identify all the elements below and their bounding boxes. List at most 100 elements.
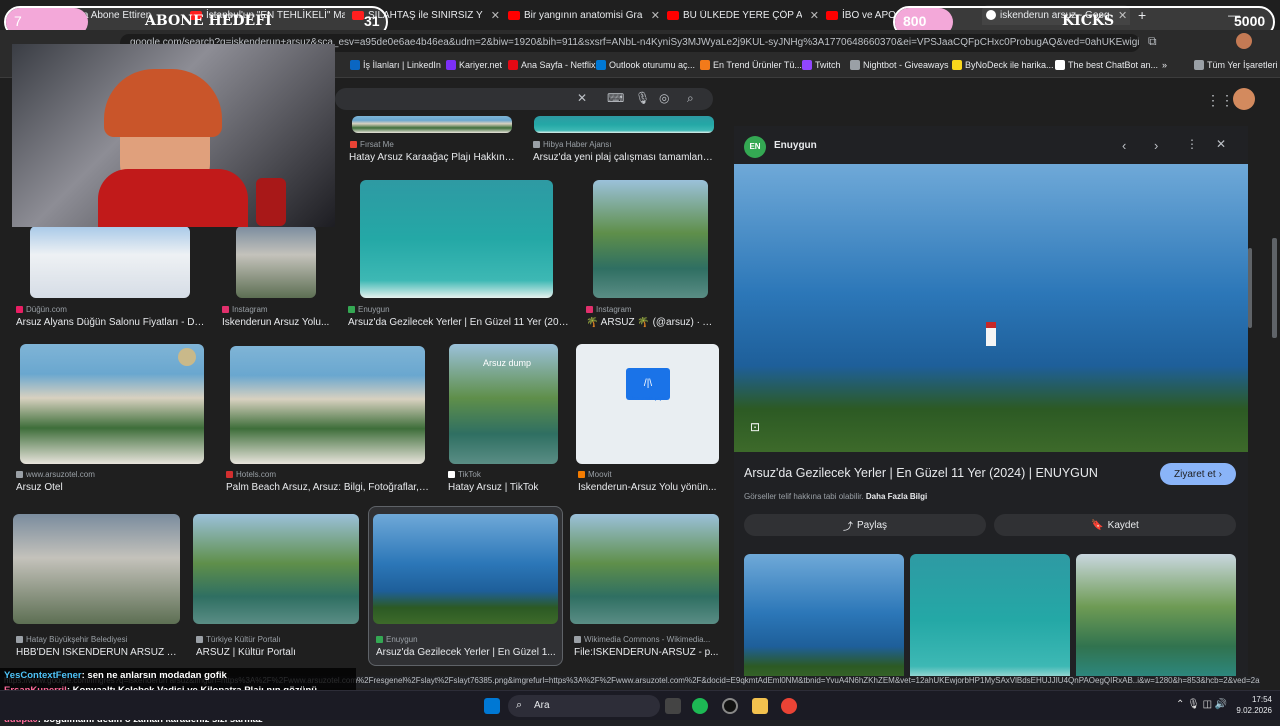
visit-button[interactable]: Ziyaret et ›: [1160, 463, 1236, 485]
kariyer-icon: [446, 60, 456, 70]
tab-label: Bir yangının anatomisi Grand F: [524, 9, 643, 21]
bookmark-twitch[interactable]: Twitch: [802, 60, 841, 70]
related-image-1[interactable]: [744, 554, 904, 686]
bookmark-linkedin[interactable]: İş İlanları | LinkedIn: [350, 60, 441, 70]
result-thumb-10[interactable]: [13, 514, 180, 624]
taskbar-search[interactable]: ⌕ Ara: [508, 695, 660, 717]
more-options-icon[interactable]: ⋮: [1186, 137, 1198, 151]
bookmark-chatbot[interactable]: The best ChatBot an...: [1055, 60, 1158, 70]
result-source-8: TikTok: [448, 470, 481, 479]
search-box[interactable]: ✕ ⌨ 🎙 ◎ ⌕: [335, 88, 713, 110]
search-icon[interactable]: ⌕: [687, 91, 694, 106]
result-thumb-1[interactable]: [534, 116, 714, 133]
obs-icon[interactable]: [722, 698, 738, 714]
tray-icons[interactable]: ⌃ 🎙 ◫ 🔊: [1176, 699, 1227, 710]
microphone-icon[interactable]: 🎙: [635, 91, 650, 105]
result-thumb-11[interactable]: [193, 514, 359, 624]
result-source-10: Hatay Büyükşehir Belediyesi: [16, 635, 127, 644]
result-thumb-6[interactable]: [20, 344, 204, 464]
bookmark-netflix[interactable]: Ana Sayfa - Netflix: [508, 60, 596, 70]
goal-title: ABONE HEDEFİ: [145, 13, 272, 29]
previous-icon[interactable]: ‹: [1122, 138, 1126, 153]
bookmark-bynodeck[interactable]: ByNoDeck ile harika...: [952, 60, 1054, 70]
result-title-0[interactable]: Hatay Arsuz Karaağaç Plajı Hakkında...: [349, 152, 517, 163]
result-title-13[interactable]: File:İSKENDERUN-ARSUZ - p...: [574, 647, 720, 658]
panel-scrollbar[interactable]: [1248, 248, 1252, 328]
streamer-hair: [104, 69, 222, 137]
tab-6[interactable]: İBO ve APO | Bir: [826, 5, 896, 25]
panel-site-name[interactable]: Enuygun: [774, 140, 817, 151]
result-thumb-4[interactable]: [360, 180, 553, 298]
result-title-5[interactable]: 🌴 ARSUZ 🌴 (@arsuz) · A...: [586, 317, 716, 328]
account-avatar[interactable]: [1233, 88, 1255, 110]
result-title-10[interactable]: HBB'DEN İSKENDERUN ARSUZ Y...: [16, 647, 180, 658]
bookmark-trendyol[interactable]: En Trend Ürünler Tü...: [700, 60, 802, 70]
result-title-1[interactable]: Arsuz'da yeni plaj çalışması tamamlandı.…: [533, 152, 717, 163]
more-info-link[interactable]: Daha Fazla Bilgi: [866, 492, 927, 501]
task-view-icon[interactable]: [665, 698, 681, 714]
chevron-right-icon: ›: [1218, 468, 1223, 480]
preview-image[interactable]: ⊡: [734, 164, 1248, 452]
result-title-4[interactable]: Arsuz'da Gezilecek Yerler | En Güzel 11 …: [348, 317, 570, 328]
webcam-overlay: [12, 44, 335, 227]
panel-title[interactable]: Arsuz'da Gezilecek Yerler | En Güzel 11 …: [744, 466, 1098, 480]
lighthouse-shape: [986, 328, 996, 346]
result-title-9[interactable]: İskenderun-Arsuz Yolu yönün...: [578, 482, 718, 493]
logo-badge: [178, 348, 196, 366]
result-thumb-0[interactable]: [352, 116, 512, 133]
all-bookmarks-folder[interactable]: Tüm Yer İşaretleri: [1194, 60, 1278, 70]
result-title-6[interactable]: Arsuz Otel: [16, 482, 206, 493]
result-source-1: Hibya Haber Ajansı: [533, 140, 611, 149]
result-thumb-8[interactable]: Arsuz dump: [449, 344, 558, 464]
image-preview-panel: EN Enuygun ‹ › ⋮ ✕ ⊡ Arsuz'da Gezilecek …: [734, 126, 1248, 686]
instagram-icon: [222, 306, 229, 313]
file-explorer-icon[interactable]: [752, 698, 768, 714]
tab-5[interactable]: BU ÜLKEDE YERE ÇÖP ATMANIN ✕: [667, 5, 819, 25]
profile-avatar[interactable]: [1236, 33, 1252, 49]
close-panel-icon[interactable]: ✕: [1216, 137, 1226, 151]
related-image-3[interactable]: [1076, 554, 1236, 686]
clock[interactable]: 17:54 9.02.2026: [1230, 694, 1272, 716]
next-icon[interactable]: ›: [1154, 138, 1158, 153]
tab-label: İBO ve APO | Bir: [842, 9, 896, 21]
share-button[interactable]: ⤴ Paylaş: [744, 514, 986, 536]
result-thumb-5[interactable]: [593, 180, 708, 298]
result-source-11: Türkiye Kültür Portalı: [196, 635, 281, 644]
extensions-icon[interactable]: ⧉: [1148, 34, 1157, 49]
result-source-13: Wikimedia Commons - Wikimedia...: [574, 635, 710, 644]
save-button[interactable]: 🔖 Kaydet: [994, 514, 1236, 536]
result-title-3[interactable]: İskenderun Arsuz Yolu...: [222, 317, 332, 328]
result-thumb-13[interactable]: [570, 514, 719, 624]
keyboard-icon[interactable]: ⌨: [607, 91, 624, 105]
close-icon[interactable]: ✕: [810, 9, 819, 22]
spotify-icon[interactable]: [692, 698, 708, 714]
result-title-7[interactable]: Palm Beach Arsuz, Arsuz: Bilgi, Fotoğraf…: [226, 482, 430, 493]
tab-4[interactable]: Bir yangının anatomisi Grand F ✕: [508, 5, 660, 25]
result-source-12: Enuygun: [376, 635, 418, 644]
clear-icon[interactable]: ✕: [577, 91, 587, 105]
result-title-8[interactable]: Hatay Arsuz | TikTok: [448, 482, 563, 493]
more-bookmarks-button[interactable]: »: [1162, 60, 1167, 70]
camera-search-icon[interactable]: ◎: [659, 91, 669, 105]
result-thumb-9[interactable]: /|\ Ben orada şöyle: [576, 344, 719, 464]
close-icon[interactable]: ✕: [491, 9, 500, 22]
result-title-2[interactable]: Arsuz Alyans Düğün Salonu Fiyatları - Dü…: [16, 317, 206, 328]
windows-start-icon[interactable]: [484, 698, 500, 714]
apps-grid-icon[interactable]: ⋮⋮: [1206, 92, 1234, 109]
result-title-12[interactable]: Arsuz'da Gezilecek Yerler | En Güzel 1..…: [376, 647, 556, 658]
chrome-icon[interactable]: [781, 698, 797, 714]
result-thumb-7[interactable]: [230, 346, 425, 464]
result-thumb-3[interactable]: ▶: [236, 226, 316, 298]
bookmark-nightbot[interactable]: Nightbot - Giveaways: [850, 60, 949, 70]
result-thumb-12[interactable]: [373, 514, 558, 624]
lens-icon[interactable]: ⊡: [750, 420, 760, 434]
result-source-3: Instagram: [222, 305, 268, 314]
goal-target: 31: [364, 13, 380, 29]
close-icon[interactable]: ✕: [651, 9, 660, 22]
bookmark-outlook[interactable]: Outlook oturumu aç...: [596, 60, 695, 70]
result-title-11[interactable]: ARSUZ | Kültür Portalı: [196, 647, 356, 658]
result-thumb-2[interactable]: [30, 226, 190, 298]
page-scrollbar[interactable]: [1272, 238, 1277, 338]
bookmark-kariyer[interactable]: Kariyer.net: [446, 60, 502, 70]
related-image-2[interactable]: [910, 554, 1070, 686]
